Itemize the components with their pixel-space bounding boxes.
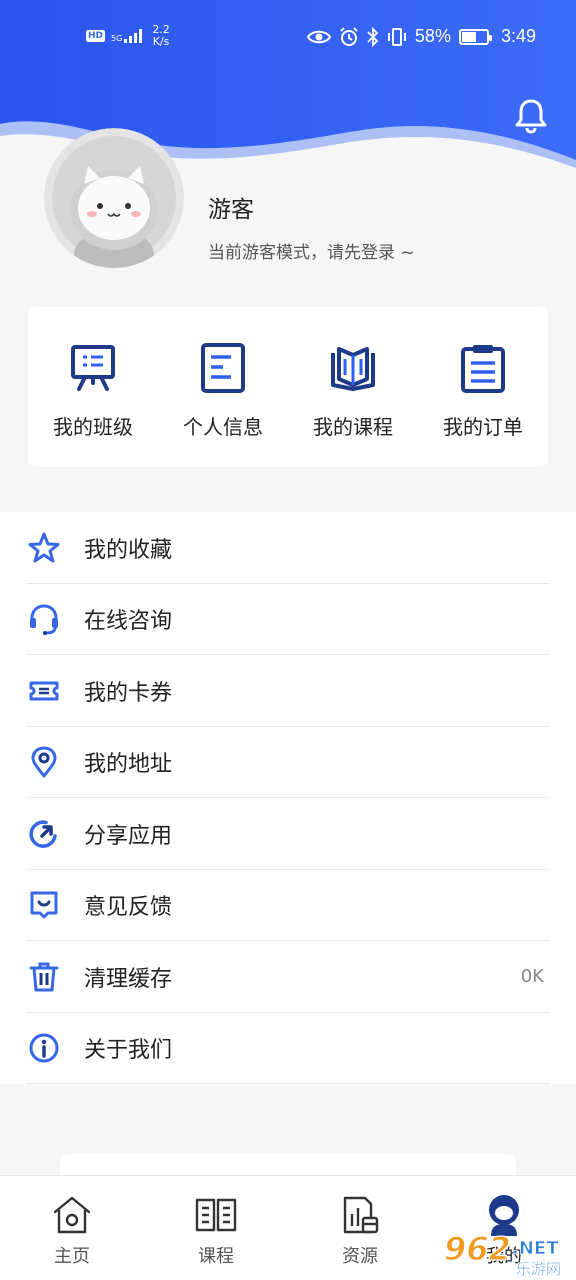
vibrate-icon (387, 27, 406, 46)
menu-item-online-consult[interactable]: 在线咨询 (0, 584, 576, 656)
menu-item-label: 我的卡券 (84, 680, 173, 706)
quick-action-my-orders[interactable]: 我的订单 (418, 307, 548, 467)
quick-action-personal-info[interactable]: 个人信息 (158, 307, 288, 467)
status-left: HD 5G 2.2 K/s (86, 24, 170, 48)
battery-level (461, 31, 476, 42)
trash-icon (29, 962, 59, 992)
menu-item-label: 清理缓存 (84, 966, 173, 992)
svg-text:962: 962 (444, 1230, 511, 1268)
battery-icon (458, 28, 492, 45)
signal-indicator: 5G (111, 29, 146, 43)
menu-item-label: 我的地址 (84, 752, 173, 778)
eye-icon (306, 30, 331, 43)
net-speed: 2.2 K/s (152, 24, 170, 48)
quick-action-label: 我的课程 (313, 415, 393, 439)
home-icon (53, 1196, 91, 1234)
ticket-icon (29, 681, 59, 701)
settings-menu: 我的收藏 在线咨询 我的卡券 我的地址 分享应用 意见反馈 清理缓存 0K 关于… (0, 512, 576, 1084)
signal-bars-icon (124, 29, 143, 43)
quick-actions-card: 我的班级 个人信息 我的课程 我的订单 (28, 307, 548, 467)
hd-badge: HD (86, 30, 106, 42)
tab-label: 资源 (342, 1246, 378, 1267)
menu-item-label: 我的收藏 (84, 537, 173, 563)
menu-item-label: 分享应用 (84, 823, 173, 849)
tab-label: 主页 (54, 1246, 90, 1267)
menu-item-label: 关于我们 (84, 1038, 173, 1064)
open-book-icon (331, 347, 375, 391)
menu-item-clear-cache[interactable]: 清理缓存 0K (0, 941, 576, 1013)
quick-action-my-class[interactable]: 我的班级 (28, 307, 158, 467)
net-speed-unit: K/s (152, 35, 170, 48)
tab-home[interactable]: 主页 (0, 1176, 144, 1280)
menu-item-label: 在线咨询 (84, 609, 173, 635)
tab-label: 课程 (198, 1246, 234, 1267)
site-watermark-logo: 962 .NET 乐游网 (443, 1229, 561, 1278)
status-right: 58% 3:49 (306, 26, 536, 47)
menu-item-share-app[interactable]: 分享应用 (0, 798, 576, 870)
menu-item-about-us[interactable]: 关于我们 (0, 1013, 576, 1085)
menu-item-feedback[interactable]: 意见反馈 (0, 870, 576, 942)
location-pin-icon (31, 746, 57, 778)
profile-name[interactable]: 游客 (208, 190, 254, 224)
avatar[interactable] (44, 128, 184, 268)
quick-action-my-courses[interactable]: 我的课程 (288, 307, 418, 467)
share-icon (29, 820, 57, 848)
svg-text:乐游网: 乐游网 (516, 1260, 561, 1278)
quick-action-label: 个人信息 (183, 415, 263, 439)
cache-size-value: 0K (520, 966, 544, 988)
bluetooth-icon (367, 26, 379, 47)
menu-item-label: 意见反馈 (84, 895, 173, 921)
quick-action-label: 我的订单 (443, 415, 523, 439)
menu-item-coupons[interactable]: 我的卡券 (0, 655, 576, 727)
profile-subtitle[interactable]: 当前游客模式，请先登录 ~ (208, 238, 415, 263)
clipboard-icon (461, 345, 505, 393)
menu-item-favorites[interactable]: 我的收藏 (0, 512, 576, 584)
clock: 3:49 (500, 26, 536, 46)
book-icon (195, 1198, 237, 1232)
document-icon (201, 343, 245, 393)
headset-icon (30, 604, 58, 636)
quick-action-label: 我的班级 (53, 415, 133, 439)
resource-icon (343, 1196, 379, 1234)
battery-percent: 58% (414, 26, 451, 46)
tab-courses[interactable]: 课程 (144, 1176, 288, 1280)
info-icon (29, 1033, 59, 1063)
star-icon (28, 532, 60, 563)
menu-item-address[interactable]: 我的地址 (0, 727, 576, 799)
signal-label: 5G (111, 34, 123, 43)
battery-tip (488, 34, 492, 41)
tab-resources[interactable]: 资源 (288, 1176, 432, 1280)
feedback-icon (30, 891, 58, 919)
svg-text:.NET: .NET (512, 1238, 559, 1259)
status-bar: HD 5G 2.2 K/s 58% 3:49 (0, 0, 576, 74)
class-board-icon (71, 345, 115, 391)
alarm-icon (340, 26, 358, 46)
bell-icon[interactable] (514, 98, 548, 134)
